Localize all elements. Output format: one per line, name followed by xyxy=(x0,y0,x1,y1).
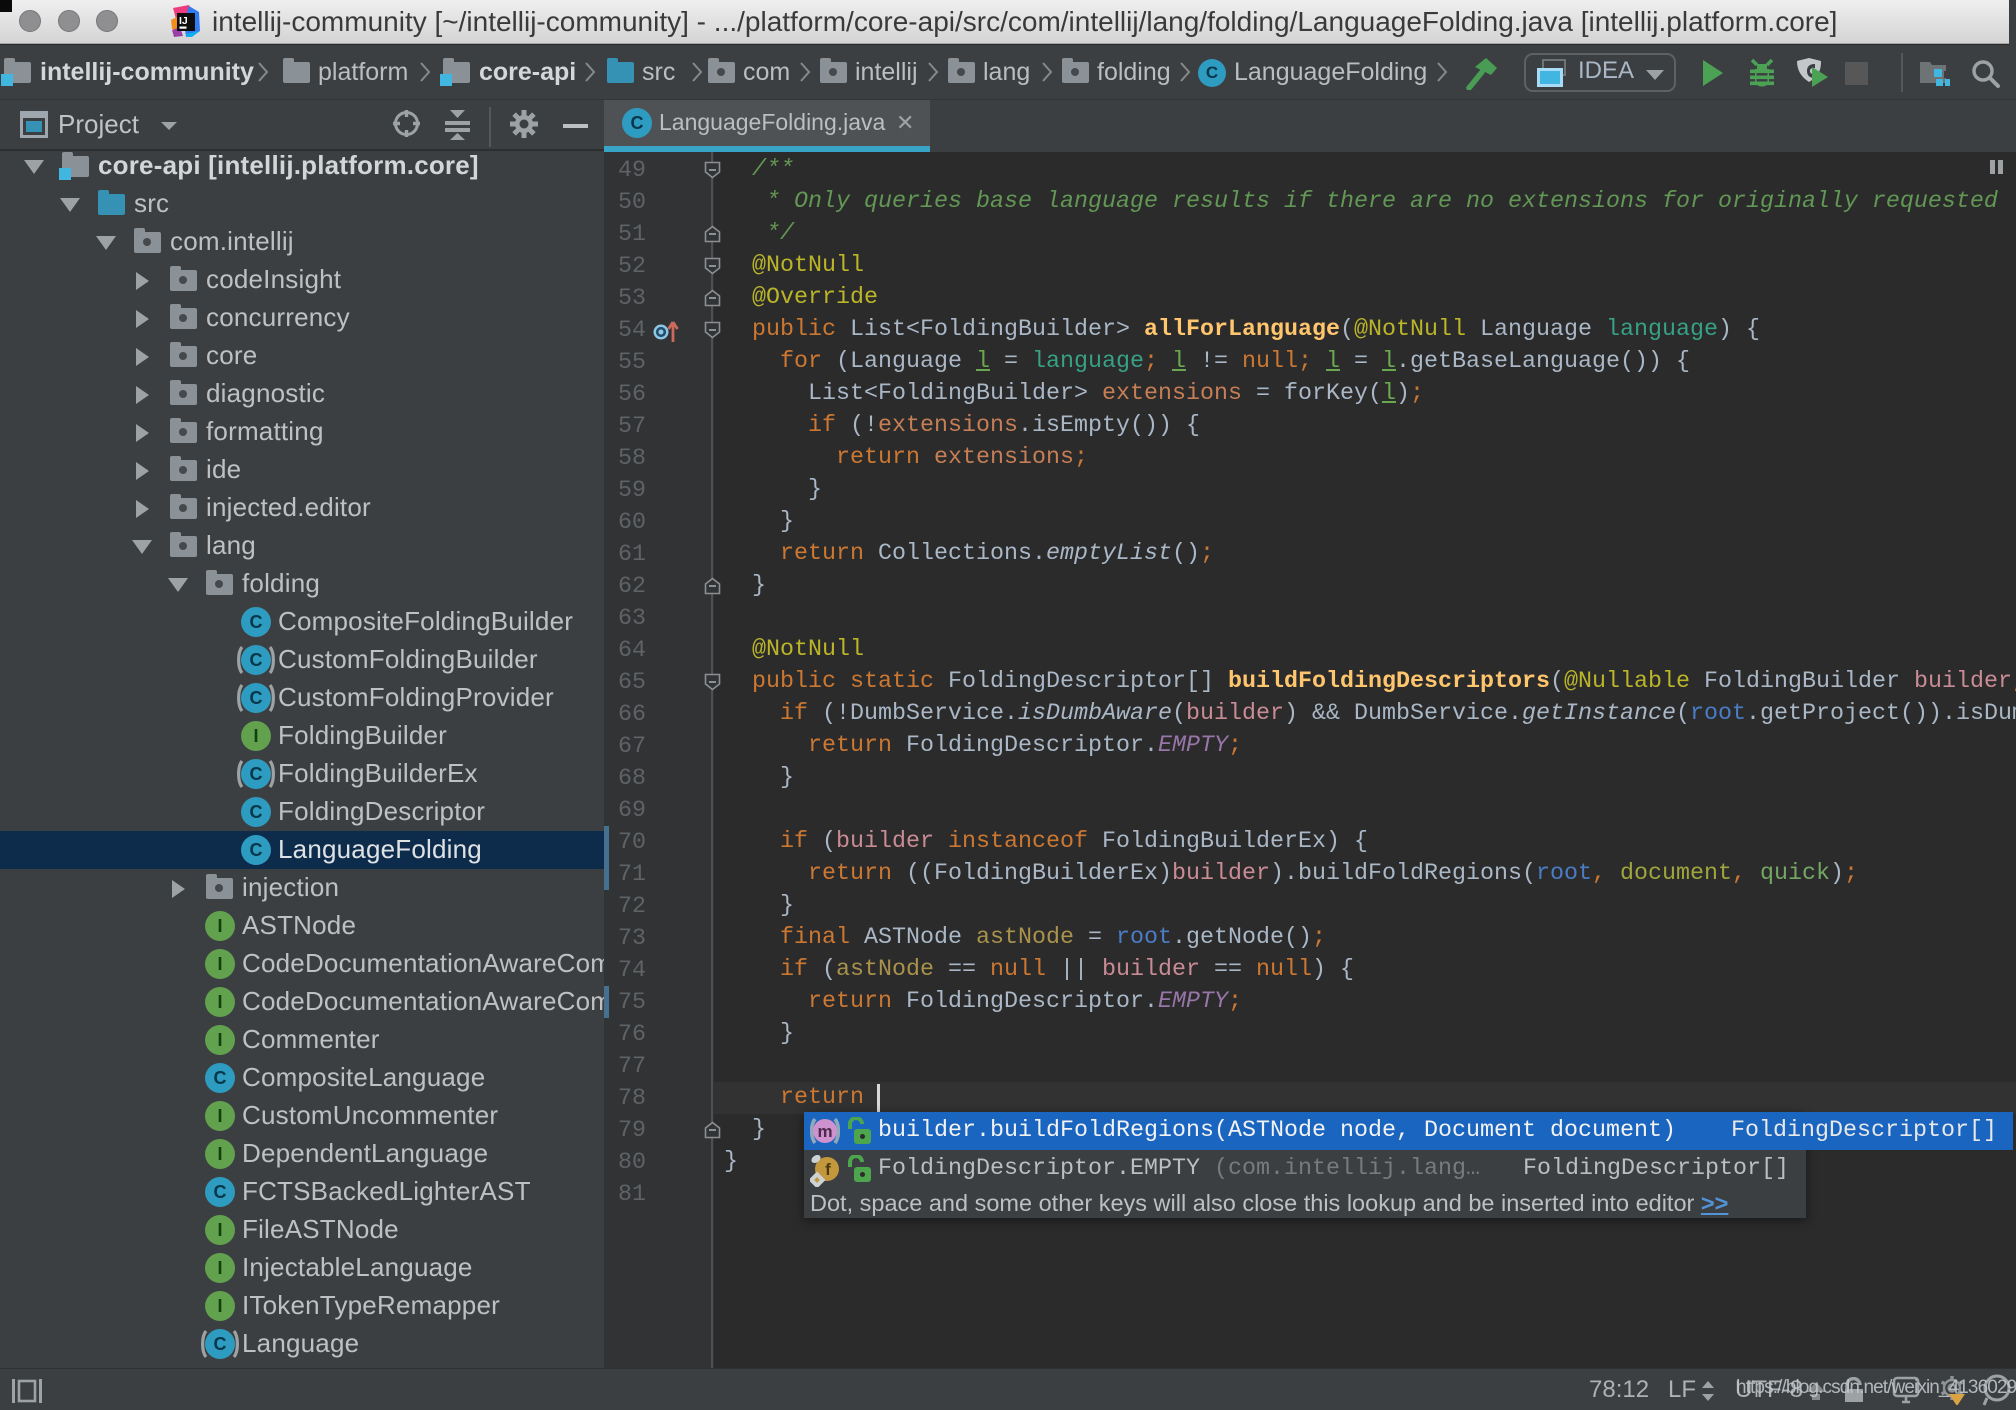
svg-text:IJ: IJ xyxy=(179,15,188,27)
svg-text:f: f xyxy=(825,1160,831,1179)
svg-text:m: m xyxy=(817,1122,832,1141)
